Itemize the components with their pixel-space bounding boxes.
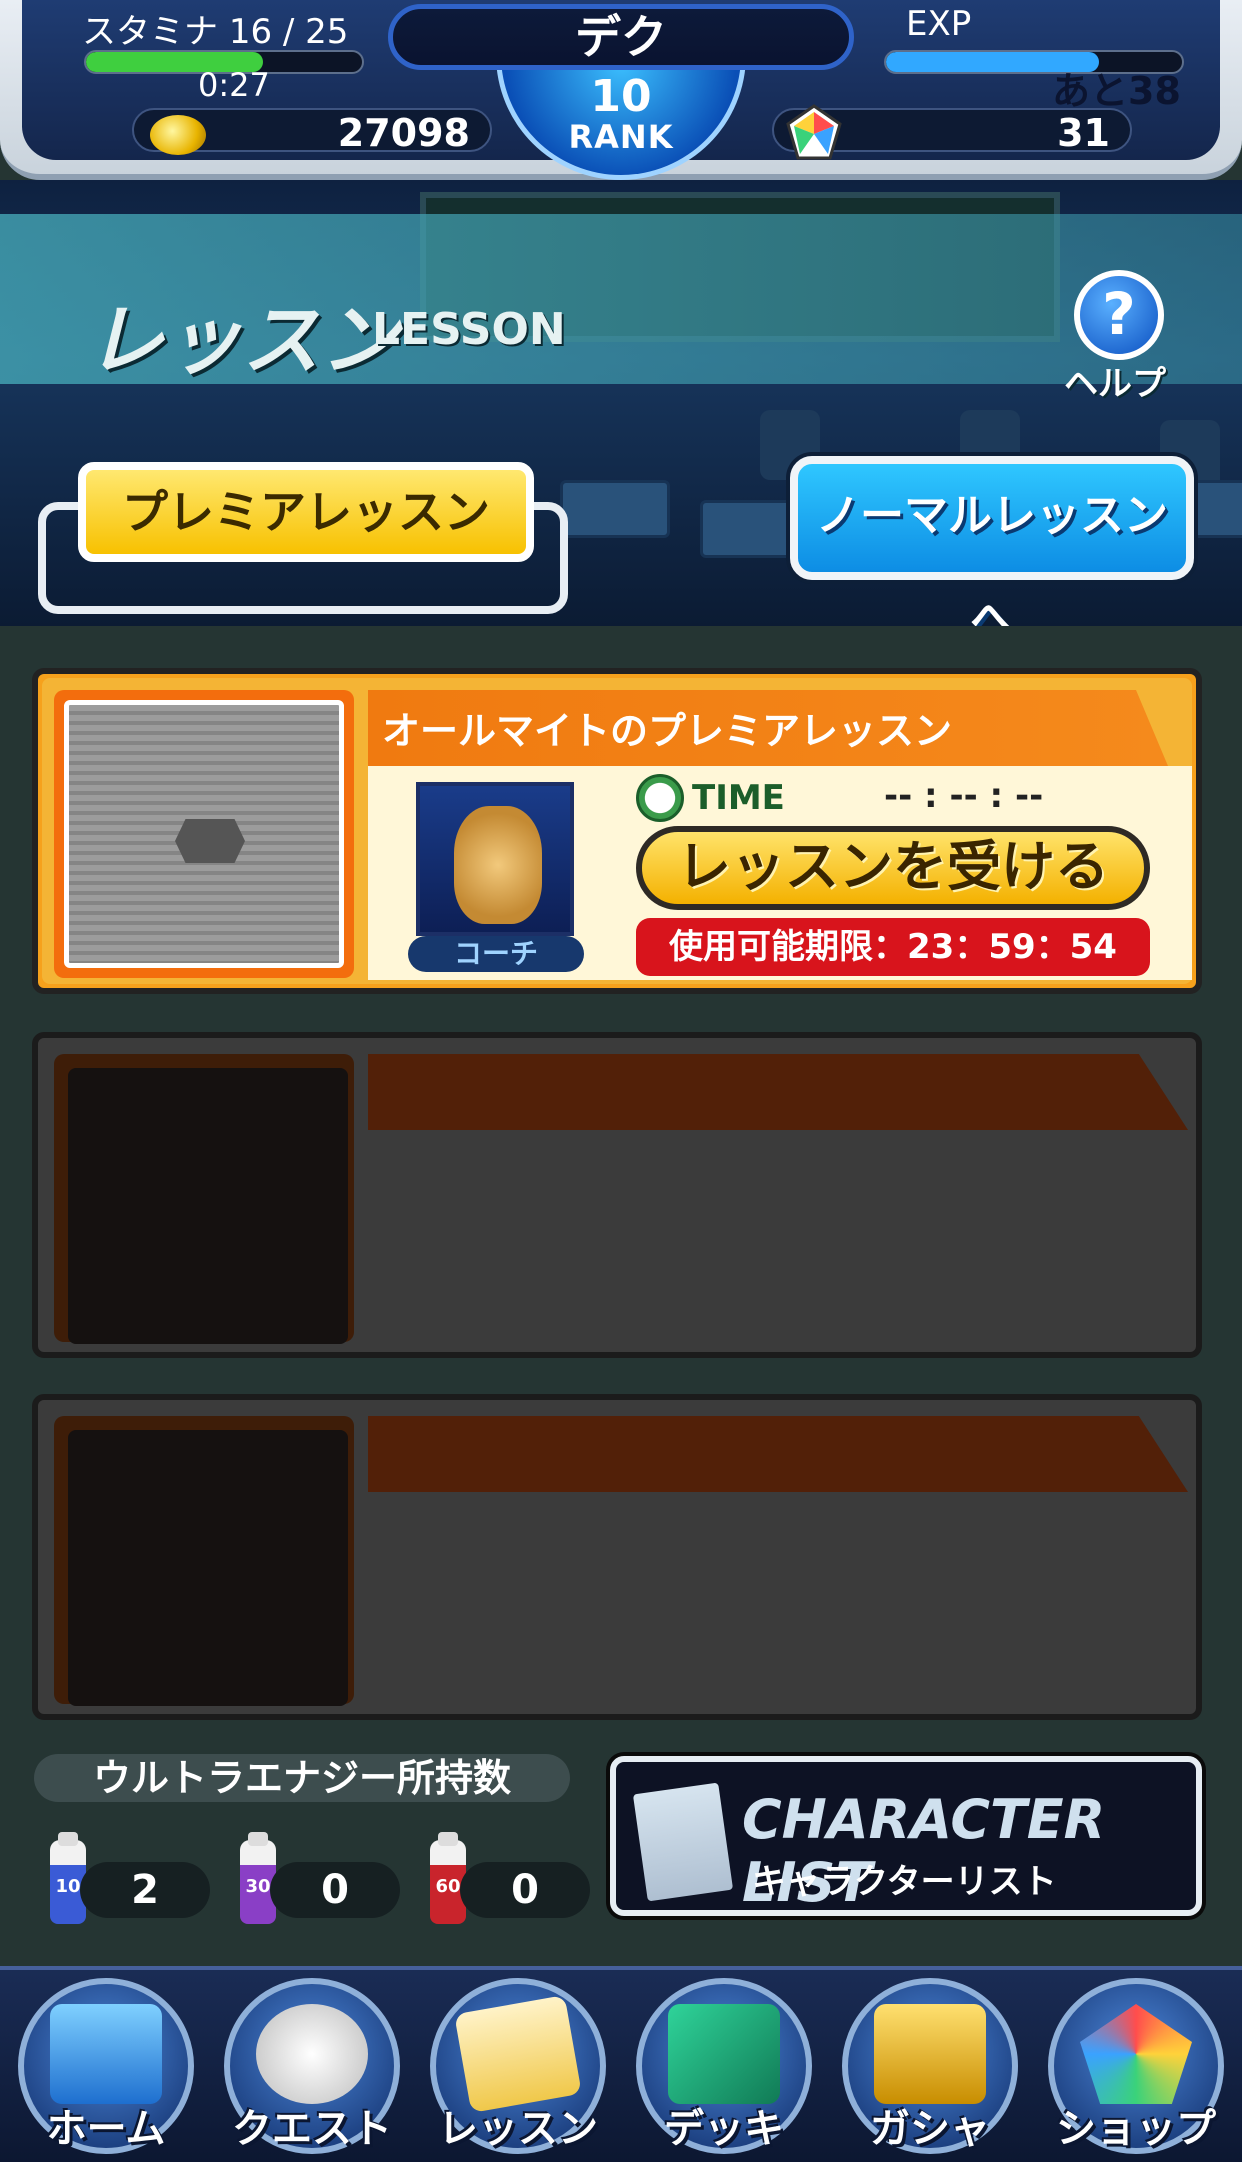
nav-gacha[interactable]: ガシャ bbox=[830, 1974, 1030, 2162]
nav-shop[interactable]: ショップ bbox=[1036, 1974, 1236, 2162]
energy-heading: ウルトラエナジー所持数 bbox=[34, 1754, 570, 1802]
lesson-slot-empty bbox=[32, 1394, 1202, 1720]
lesson-thumbnail-frame bbox=[54, 690, 354, 978]
nav-label: ホーム bbox=[46, 2106, 166, 2152]
lesson-slot-empty bbox=[32, 1032, 1202, 1358]
coin-amount: 27098 bbox=[337, 111, 470, 155]
energy-count-60: 0 bbox=[460, 1862, 590, 1918]
nav-label: デッキ bbox=[664, 2106, 784, 2152]
gem-amount: 31 bbox=[1057, 111, 1110, 155]
clock-icon bbox=[636, 774, 684, 822]
empty-slot-header bbox=[368, 1416, 1188, 1492]
exp-remaining: あと38 bbox=[1052, 69, 1181, 113]
page-subtitle: LESSON bbox=[372, 304, 566, 355]
gacha-case-icon bbox=[874, 2004, 986, 2104]
coach-face-icon bbox=[454, 806, 542, 924]
help-label: ヘルプ bbox=[1064, 364, 1166, 404]
nav-label: レッスン bbox=[438, 2106, 598, 2152]
lesson-shutter-image bbox=[64, 700, 344, 968]
coach-portrait[interactable] bbox=[416, 782, 574, 936]
player-name: デク bbox=[388, 4, 854, 70]
lesson-hero: レッスン LESSON ? ヘルプ プレミアレッスン ノーマルレッスンへ bbox=[0, 180, 1242, 626]
status-header: スタミナ 16 / 25 0:27 27098 EXP あと38 31 10 R… bbox=[0, 0, 1242, 180]
shutter-handle-icon bbox=[175, 819, 245, 863]
nav-label: ガシャ bbox=[870, 2106, 990, 2152]
gem-icon bbox=[786, 104, 842, 160]
nav-home[interactable]: ホーム bbox=[6, 1974, 206, 2162]
nav-deck[interactable]: デッキ bbox=[624, 1974, 824, 2162]
rank-label: RANK bbox=[568, 118, 674, 156]
stamina-label: スタミナ 16 / 25 bbox=[82, 12, 349, 52]
deck-cards-icon bbox=[668, 2004, 780, 2104]
tab-normal-lesson[interactable]: ノーマルレッスンへ bbox=[790, 456, 1194, 626]
classroom-desk bbox=[560, 480, 670, 538]
notebook-icon bbox=[632, 1782, 734, 1902]
nav-label: ショップ bbox=[1056, 2106, 1216, 2152]
nav-quest[interactable]: クエスト bbox=[212, 1974, 412, 2162]
energy-count-10: 2 bbox=[80, 1862, 210, 1918]
page-title: レッスン bbox=[86, 296, 399, 386]
help-button[interactable]: ? bbox=[1074, 270, 1164, 360]
coach-label: コーチ bbox=[408, 936, 584, 972]
empty-thumbnail bbox=[68, 1068, 348, 1344]
character-list-button[interactable]: CHARACTER LIST キャラクターリスト bbox=[610, 1756, 1202, 1916]
empty-thumbnail-frame bbox=[54, 1416, 354, 1706]
time-value: -- : -- : -- bbox=[884, 776, 1044, 816]
take-lesson-button[interactable]: レッスンを受ける bbox=[636, 826, 1150, 910]
exp-label: EXP bbox=[906, 4, 972, 44]
bottom-nav: ホーム クエスト レッスン デッキ ガシャ ショップ bbox=[0, 1966, 1242, 2162]
quest-fist-icon bbox=[256, 2004, 368, 2104]
time-label: TIME bbox=[692, 778, 785, 818]
nav-label: クエスト bbox=[232, 2106, 392, 2152]
home-icon bbox=[50, 2004, 162, 2104]
empty-thumbnail-frame bbox=[54, 1054, 354, 1344]
tab-premium-lesson[interactable]: プレミアレッスン bbox=[78, 462, 534, 562]
bottle-cap bbox=[438, 1832, 458, 1846]
character-list-subtitle: キャラクターリスト bbox=[752, 1862, 1057, 1902]
energy-count-30: 0 bbox=[270, 1862, 400, 1918]
stamina-timer: 0:27 bbox=[198, 66, 270, 104]
bottle-cap bbox=[248, 1832, 268, 1846]
expiry-limit: 使用可能期限：23：59：54 bbox=[636, 918, 1150, 976]
empty-thumbnail bbox=[68, 1430, 348, 1706]
coin-icon bbox=[150, 115, 206, 155]
bottle-cap bbox=[58, 1832, 78, 1846]
lesson-title: オールマイトのプレミアレッスン bbox=[382, 709, 953, 753]
nav-lesson[interactable]: レッスン bbox=[418, 1974, 618, 2162]
empty-slot-header bbox=[368, 1054, 1188, 1130]
